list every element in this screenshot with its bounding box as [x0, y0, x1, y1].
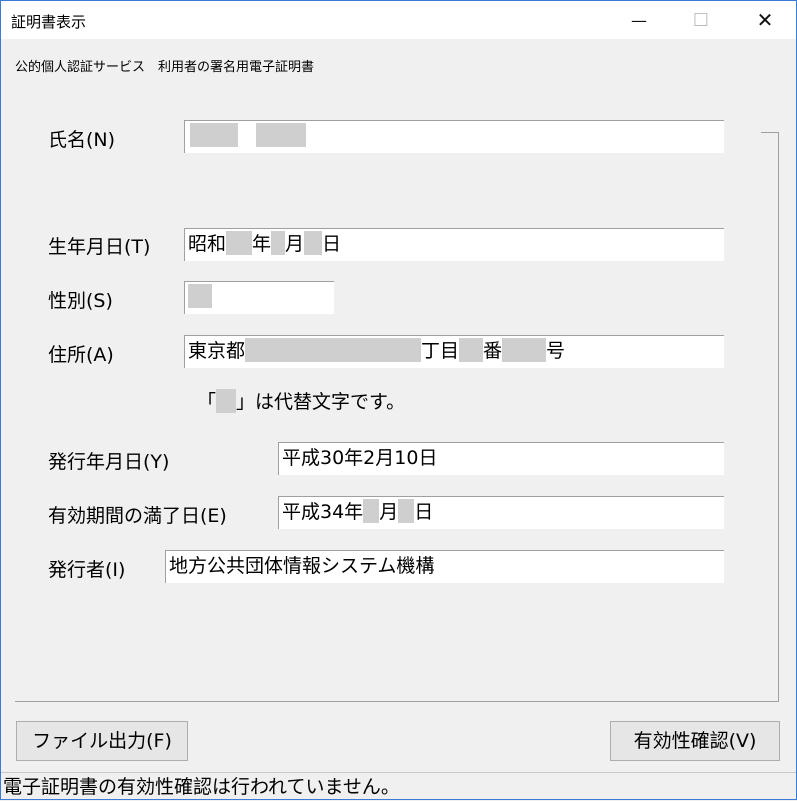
redacted-address — [245, 338, 422, 362]
address-label: 住所(A) — [48, 344, 114, 366]
substitute-character-note: 「」は代替文字です。 — [197, 387, 405, 414]
expiry-year: 平成34年 — [282, 501, 364, 523]
title-bar: 証明書表示 — ☐ ✕ — [1, 1, 796, 39]
expiry-day-suffix: 日 — [414, 501, 434, 523]
sex-label: 性別(S) — [48, 290, 113, 312]
birth-year-suffix: 年 — [252, 233, 272, 255]
certificate-window: 証明書表示 — ☐ ✕ 公的個人認証サービス 利用者の署名用電子証明書 氏名(N… — [0, 0, 797, 800]
panel-edge — [761, 132, 779, 133]
birth-day-suffix: 日 — [322, 233, 342, 255]
address-ban: 番 — [483, 340, 503, 362]
name-label: 氏名(N) — [48, 129, 116, 151]
expiry-date-field[interactable]: 平成34年月日 — [278, 496, 724, 529]
redacted-expiry-month — [363, 499, 380, 523]
maximize-button[interactable]: ☐ — [678, 1, 724, 39]
file-output-button[interactable]: ファイル出力(F) — [16, 721, 188, 761]
redacted-given-name — [256, 123, 306, 147]
expiry-month-suffix: 月 — [379, 501, 399, 523]
birth-date-label: 生年月日(T) — [48, 236, 151, 258]
birth-date-field[interactable]: 昭和 年月日 — [184, 228, 724, 261]
address-go: 号 — [546, 340, 566, 362]
minimize-button[interactable]: — — [616, 1, 662, 39]
redacted-birth-day — [304, 231, 323, 255]
address-prefecture: 東京都 — [188, 340, 246, 362]
redacted-surname — [190, 123, 238, 147]
sex-field[interactable] — [184, 281, 334, 314]
name-field[interactable] — [184, 120, 724, 153]
issue-date-field[interactable]: 平成30年2月10日 — [278, 442, 724, 475]
redacted-expiry-day — [398, 499, 415, 523]
note-text: 」は代替文字です。 — [236, 391, 406, 413]
issue-date-label: 発行年月日(Y) — [48, 451, 170, 473]
address-field[interactable]: 東京都 丁目 番 号 — [184, 335, 724, 368]
redacted-birth-year — [226, 231, 253, 255]
expiry-date-label: 有効期間の満了日(E) — [48, 505, 227, 527]
minimize-icon: — — [631, 10, 647, 30]
birth-month-suffix: 月 — [285, 233, 305, 255]
close-button[interactable]: ✕ — [742, 1, 788, 39]
window-title: 証明書表示 — [11, 13, 87, 31]
issuer-label: 発行者(I) — [48, 559, 126, 581]
close-icon: ✕ — [756, 8, 774, 32]
redacted-ban — [459, 338, 484, 362]
substitute-character-sample — [216, 389, 237, 413]
maximize-icon: ☐ — [692, 9, 710, 31]
validity-check-button[interactable]: 有効性確認(V) — [610, 721, 780, 761]
status-bar: 電子証明書の有効性確認は行われていません。 — [1, 772, 796, 800]
note-open-bracket: 「 — [197, 391, 217, 413]
redacted-go — [502, 338, 547, 362]
issuer-field[interactable]: 地方公共団体情報システム機構 — [165, 550, 724, 583]
address-chome: 丁目 — [421, 340, 460, 362]
certificate-details-panel — [15, 132, 779, 702]
redacted-sex — [188, 284, 212, 308]
certificate-type-label: 公的個人認証サービス 利用者の署名用電子証明書 — [15, 60, 315, 75]
redacted-birth-month — [271, 231, 286, 255]
birth-era: 昭和 — [188, 233, 227, 255]
